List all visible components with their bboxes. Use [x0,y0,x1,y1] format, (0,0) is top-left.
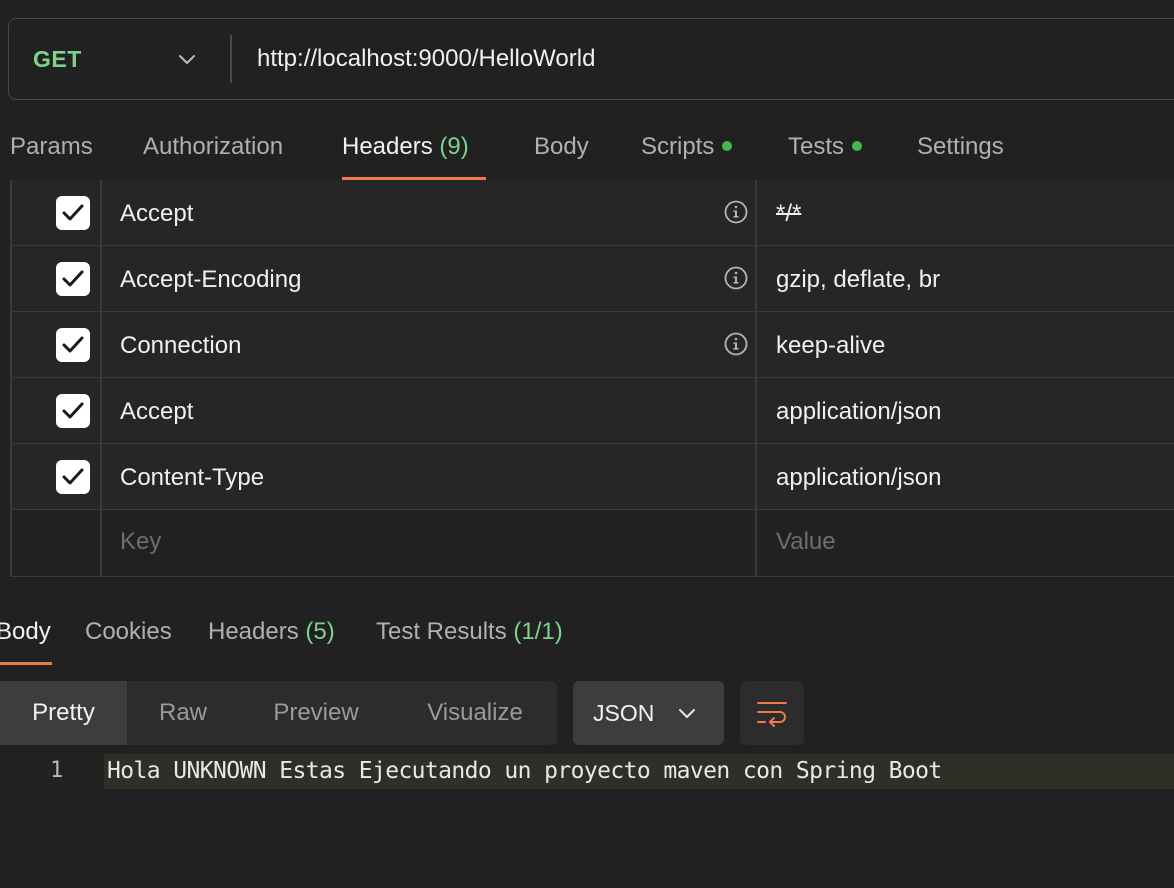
header-value[interactable]: keep-alive [776,332,885,360]
url-bar: GET http://localhost:9000/HelloWorld [8,18,1174,100]
format-label: JSON [593,700,655,726]
header-key[interactable]: Accept [120,398,193,426]
response-tab-cookies[interactable]: Cookies [85,618,172,646]
tab-label: Tests [788,133,845,160]
tab-label: Authorization [143,133,284,160]
tab-count: (9) [439,133,469,160]
tab-tests[interactable]: Tests [788,133,863,161]
tab-label: Headers [208,618,299,645]
tab-label: Settings [917,133,1004,160]
row-checkbox[interactable] [56,394,90,428]
table-row: Accept application/json [10,378,1174,444]
checkmark-icon [62,402,84,419]
table-row: Accept */* [10,180,1174,246]
view-preview-button[interactable]: Preview [239,681,393,745]
tab-label: Params [10,133,93,160]
tab-scripts[interactable]: Scripts [641,133,733,161]
tab-label: Test Results [376,618,507,645]
table-row: Accept-Encoding gzip, deflate, br [10,246,1174,312]
header-value[interactable]: application/json [776,398,941,426]
header-value[interactable]: gzip, deflate, br [776,266,940,294]
header-value[interactable]: application/json [776,464,941,492]
view-raw-button[interactable]: Raw [127,681,239,745]
tab-label: Headers [342,133,433,160]
checkmark-icon [62,270,84,287]
tab-authorization[interactable]: Authorization [143,133,283,161]
header-value[interactable]: */* [776,200,801,228]
table-row-new: Key Value [10,510,1174,577]
header-key[interactable]: Accept [120,200,193,228]
tab-label: Body [534,133,589,160]
row-checkbox[interactable] [56,196,90,230]
status-dot-icon [852,140,863,151]
tab-settings[interactable]: Settings [917,133,1004,161]
format-select[interactable]: JSON [573,681,724,745]
wrap-lines-icon [757,702,787,727]
new-key-input[interactable]: Key [120,528,161,556]
column-divider [100,180,102,577]
response-tab-headers[interactable]: Headers (5) [208,618,335,646]
header-key[interactable]: Connection [120,332,241,360]
column-divider [755,180,757,577]
response-body-text[interactable]: Hola UNKNOWN Estas Ejecutando un proyect… [107,758,942,784]
tab-label: Body [0,618,51,645]
tab-headers[interactable]: Headers (9) [342,133,469,161]
url-input[interactable]: http://localhost:9000/HelloWorld [257,45,595,73]
active-response-tab-indicator [0,662,52,665]
response-tab-test-results[interactable]: Test Results (1/1) [376,618,563,646]
checkmark-icon [62,204,84,221]
response-tab-body[interactable]: Body [0,618,51,646]
view-mode-group: Pretty Raw Preview Visualize [0,681,557,745]
url-divider [230,35,232,83]
header-key[interactable]: Accept-Encoding [120,266,301,294]
info-icon[interactable] [724,332,748,356]
tab-count: (1/1) [513,618,563,645]
line-number: 1 [50,758,64,783]
info-icon[interactable] [724,200,748,224]
table-row: Connection keep-alive [10,312,1174,378]
status-dot-icon [722,140,733,151]
checkmark-icon [62,468,84,485]
tab-label: Cookies [85,618,172,645]
chevron-down-icon[interactable] [177,49,197,69]
row-checkbox[interactable] [56,460,90,494]
view-visualize-button[interactable]: Visualize [393,681,557,745]
headers-table: Accept */* Accept-Encoding gzip, deflate… [10,180,1174,577]
tab-body[interactable]: Body [534,133,589,161]
table-border [10,180,12,577]
tab-label: Scripts [641,133,715,160]
checkmark-icon [62,336,84,353]
row-checkbox[interactable] [56,328,90,362]
view-pretty-button[interactable]: Pretty [0,681,127,745]
tab-count: (5) [305,618,335,645]
table-row: Content-Type application/json [10,444,1174,510]
row-checkbox[interactable] [56,262,90,296]
new-value-input[interactable]: Value [776,528,836,556]
chevron-down-icon [679,709,695,718]
wrap-lines-button[interactable] [740,681,804,745]
info-icon[interactable] [724,266,748,290]
method-select[interactable]: GET [33,46,82,73]
header-key[interactable]: Content-Type [120,464,264,492]
tab-params[interactable]: Params [10,133,93,161]
